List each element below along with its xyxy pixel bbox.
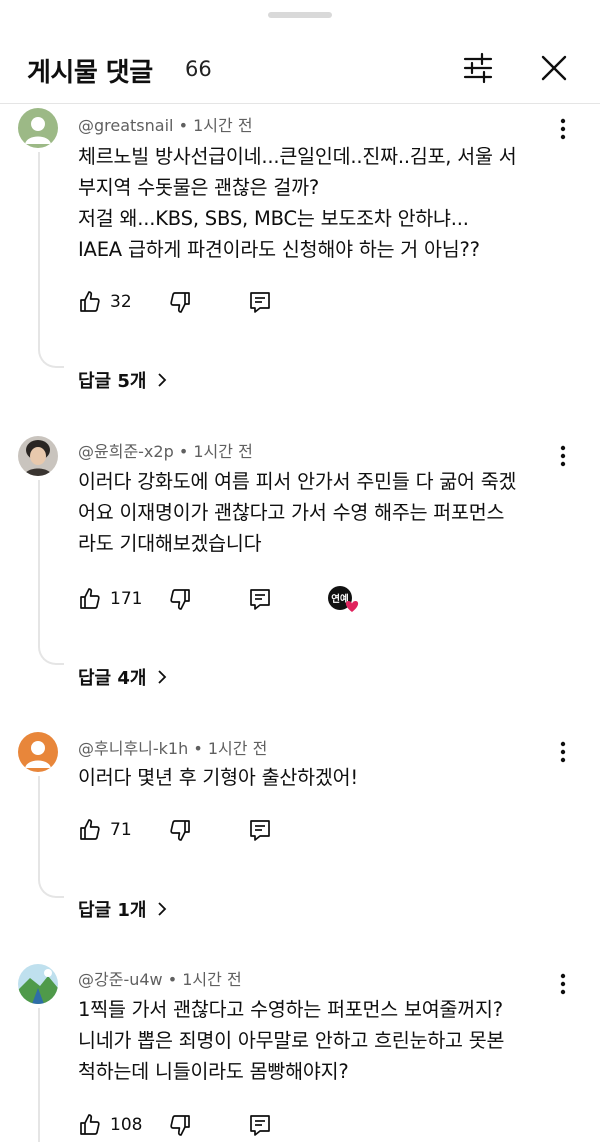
comment-time: 1시간 전 — [193, 116, 253, 135]
comment-count: 66 — [185, 57, 212, 81]
view-replies-button[interactable]: 답글 1개 — [78, 896, 168, 922]
avatar[interactable] — [18, 964, 58, 1004]
thumbs-down-icon[interactable] — [168, 818, 192, 842]
meta-separator: • — [193, 739, 208, 758]
replies-label: 답글 4개 — [78, 668, 147, 689]
like-count: 171 — [110, 589, 143, 609]
comment-line: 부지역 수돗물은 괜찮은 걸까? — [78, 176, 320, 199]
comment-meta: @강준-u4w • 1시간 전 — [78, 966, 242, 990]
sliders-icon[interactable] — [458, 48, 498, 88]
replies-label: 답글 1개 — [78, 900, 147, 921]
close-icon[interactable] — [534, 48, 574, 88]
thumbs-up-icon — [80, 819, 100, 840]
comment-line: IAEA 급하게 파견이라도 신청해야 하는 거 아님?? — [78, 238, 480, 261]
comment-line: 척하는데 니들이라도 몸빵해야지? — [78, 1060, 349, 1083]
chevron-right-icon — [158, 670, 167, 684]
reply-icon[interactable] — [248, 818, 272, 842]
chevron-right-icon — [158, 373, 167, 387]
reply-icon[interactable] — [248, 587, 272, 611]
like-button[interactable]: 171 — [78, 584, 142, 614]
thumbs-down-icon[interactable] — [168, 1113, 192, 1137]
thread-connector — [38, 480, 64, 665]
like-button[interactable]: 71 — [78, 815, 132, 845]
like-count: 71 — [110, 820, 132, 840]
comment-actions: 32 — [78, 287, 558, 317]
thread-connector — [38, 776, 64, 898]
like-button[interactable]: 108 — [78, 1110, 142, 1140]
creator-heart-badge: 연예 — [326, 584, 362, 616]
comment-actions: 108 — [78, 1110, 558, 1140]
view-replies-button[interactable]: 답글 5개 — [78, 367, 168, 393]
meta-separator: • — [167, 970, 183, 989]
replies-label: 답글 5개 — [78, 371, 147, 392]
comment-time: 1시간 전 — [207, 739, 268, 758]
comment-text: 체르노빌 방사선급이네...큰일인데..진짜..김포, 서울 서 부지역 수돗물… — [78, 141, 568, 265]
more-options-icon[interactable] — [553, 972, 573, 996]
more-options-icon[interactable] — [553, 117, 573, 141]
comment-time: 1시간 전 — [193, 442, 253, 461]
comment-line: 체르노빌 방사선급이네...큰일인데..진짜..김포, 서울 서 — [78, 145, 517, 168]
thumbs-down-icon[interactable] — [168, 290, 192, 314]
meta-separator: • — [178, 442, 194, 461]
like-count: 108 — [110, 1115, 143, 1135]
reply-icon[interactable] — [248, 290, 272, 314]
meta-separator: • — [178, 116, 194, 135]
comment-line: 어요 이재명이가 괜찮다고 가서 수영 해주는 퍼포먼스 — [78, 501, 505, 524]
comments-sheet: 게시물 댓글 66 @greatsnail • 1시간 전 체르노빌 방사선급이… — [0, 0, 600, 1142]
page-title: 게시물 댓글 — [27, 58, 153, 88]
thread-connector — [38, 152, 64, 368]
header-divider — [0, 103, 600, 104]
avatar[interactable] — [18, 732, 58, 772]
thumbs-up-icon — [80, 588, 100, 609]
comment-line: 1찍들 가서 괜찮다고 수영하는 퍼포먼스 보여줄꺼지? — [78, 998, 503, 1021]
like-button[interactable]: 32 — [78, 287, 132, 317]
chevron-right-icon — [158, 902, 167, 916]
avatar[interactable] — [18, 108, 58, 148]
comment-author[interactable]: @윤희준-x2p — [78, 442, 174, 461]
comment-line: 저걸 왜...KBS, SBS, MBC는 보도조차 안하냐... — [78, 207, 469, 230]
comment-actions: 171 연예 — [78, 584, 558, 614]
comment-text: 1찍들 가서 괜찮다고 수영하는 퍼포먼스 보여줄꺼지? 니네가 뽑은 죄명이 … — [78, 994, 568, 1087]
comment-meta: @윤희준-x2p • 1시간 전 — [78, 438, 253, 462]
more-options-icon[interactable] — [553, 444, 573, 468]
thumbs-up-icon — [80, 1114, 100, 1135]
comment-line: 이러다 몇년 후 기형아 출산하겠어! — [78, 766, 358, 789]
more-options-icon[interactable] — [553, 740, 573, 764]
comment-author[interactable]: @greatsnail — [78, 116, 173, 135]
avatar[interactable] — [18, 436, 58, 476]
comment-actions: 71 — [78, 815, 558, 845]
comment-author[interactable]: @강준-u4w — [78, 970, 163, 989]
comment-time: 1시간 전 — [182, 970, 242, 989]
comment-line: 이러다 강화도에 여름 피서 안가서 주민들 다 굶어 죽겠 — [78, 470, 517, 493]
thumbs-up-icon — [80, 291, 100, 312]
comment-text: 이러다 몇년 후 기형아 출산하겠어! — [78, 762, 568, 793]
sheet-header: 게시물 댓글 66 — [0, 30, 600, 102]
comment-line: 라도 기대해보겠습니다 — [78, 532, 262, 555]
drag-handle[interactable] — [268, 12, 332, 18]
thumbs-down-icon[interactable] — [168, 587, 192, 611]
reply-icon[interactable] — [248, 1113, 272, 1137]
thread-connector — [38, 1008, 64, 1142]
comment-text: 이러다 강화도에 여름 피서 안가서 주민들 다 굶어 죽겠 어요 이재명이가 … — [78, 466, 568, 559]
view-replies-button[interactable]: 답글 4개 — [78, 664, 168, 690]
comment-author[interactable]: @후니후니-k1h — [78, 739, 188, 758]
like-count: 32 — [110, 292, 132, 312]
comment-line: 니네가 뽑은 죄명이 아무말로 안하고 흐린눈하고 못본 — [78, 1029, 505, 1052]
comment-meta: @후니후니-k1h • 1시간 전 — [78, 735, 267, 759]
comment-meta: @greatsnail • 1시간 전 — [78, 112, 253, 136]
